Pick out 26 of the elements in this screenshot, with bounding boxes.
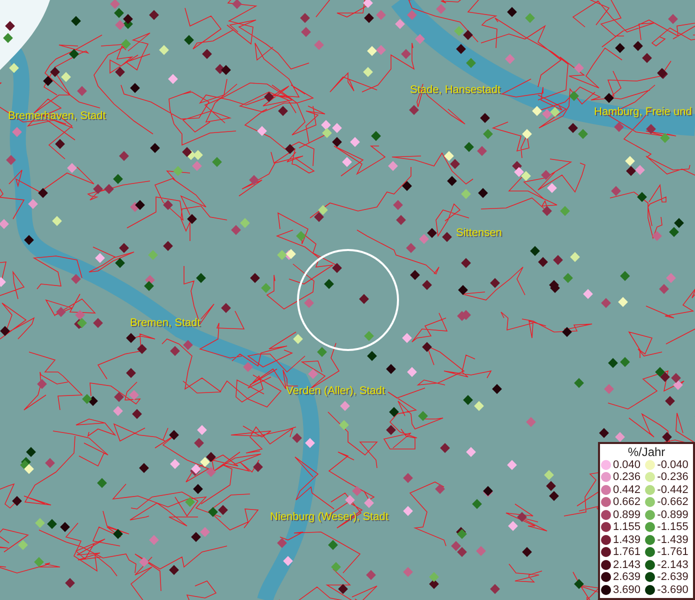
legend-value: -0.040 — [657, 458, 688, 471]
legend-value: 2.143 — [613, 558, 641, 571]
place-label: Sittensen — [456, 227, 502, 239]
legend-value: -0.236 — [657, 471, 688, 484]
place-label: Bremen, Stadt — [130, 317, 200, 329]
legend-value: 1.439 — [613, 534, 641, 546]
legend-value: 0.236 — [613, 471, 641, 484]
legend-value: -1.439 — [657, 534, 688, 546]
legend-value: -0.899 — [657, 508, 688, 521]
legend-value: -2.143 — [657, 558, 688, 571]
legend-value: -1.761 — [657, 546, 688, 558]
legend-value: -0.662 — [657, 496, 688, 508]
legend-title: %/Jahr — [626, 444, 666, 458]
legend-value: 2.639 — [613, 571, 641, 584]
legend-value: 3.690 — [613, 584, 641, 596]
legend-value: -1.155 — [657, 521, 688, 534]
legend-value: 0.899 — [613, 508, 641, 521]
legend-value: -2.639 — [657, 571, 688, 584]
legend-value: 0.662 — [613, 496, 641, 508]
legend-value: 1.155 — [613, 521, 641, 534]
legend-value: -3.690 — [657, 584, 688, 596]
legend-value: -0.442 — [657, 484, 688, 496]
legend-value: 0.442 — [613, 484, 641, 496]
place-label: Verden (Aller), Stadt — [286, 385, 386, 397]
legend-value: 1.761 — [613, 546, 641, 558]
legend-value: 0.040 — [613, 458, 641, 471]
